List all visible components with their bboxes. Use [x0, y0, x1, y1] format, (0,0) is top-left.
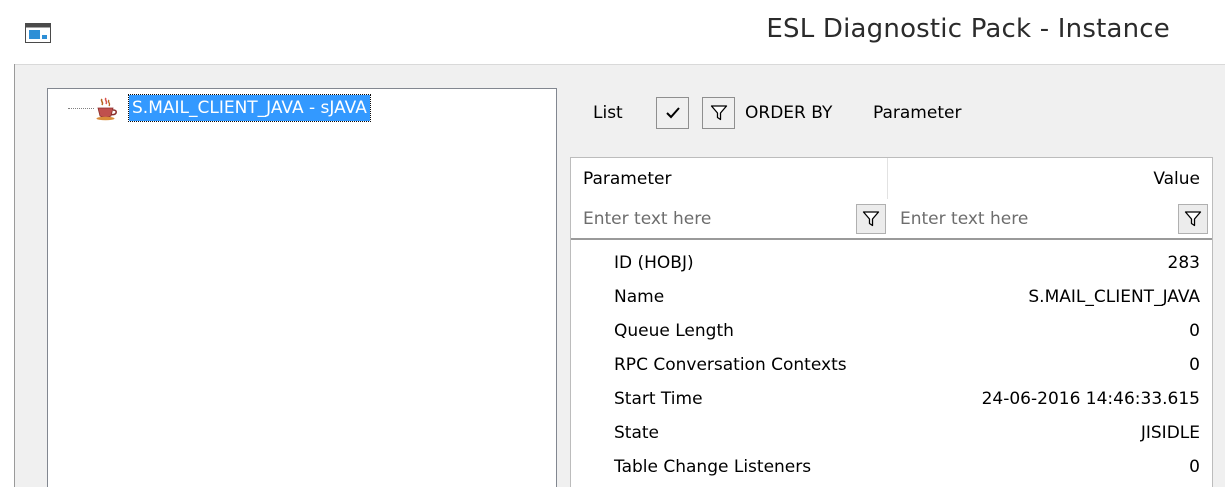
column-header-value[interactable]: Value: [1153, 166, 1200, 192]
value-cell: 0: [1189, 321, 1200, 341]
funnel-filter-icon: [1184, 211, 1202, 227]
grid-header: Parameter Value: [571, 158, 1212, 199]
parameter-cell: RPC Conversation Contexts: [614, 355, 847, 375]
column-divider[interactable]: [887, 158, 888, 199]
list-label: List: [593, 103, 623, 123]
filter-row: [571, 199, 1212, 240]
parameter-grid[interactable]: Parameter Value ID (HOBJ) 283 Name S.MAI…: [570, 157, 1213, 487]
value-cell: JISIDLE: [1140, 423, 1200, 443]
table-row[interactable]: Queue Length 0: [571, 314, 1212, 348]
value-filter-input[interactable]: [900, 204, 1170, 234]
parameter-cell: State: [614, 423, 659, 443]
parameter-cell: Table Change Listeners: [614, 457, 812, 477]
parameter-filter-input[interactable]: [583, 204, 853, 234]
check-button[interactable]: [656, 97, 689, 129]
order-by-label: ORDER BY: [745, 103, 833, 123]
checkmark-icon: [665, 107, 680, 119]
column-header-parameter[interactable]: Parameter: [583, 166, 671, 192]
parameter-cell: Queue Length: [614, 321, 734, 341]
table-row[interactable]: Table Change Listeners 0: [571, 450, 1212, 484]
application-window-icon[interactable]: [25, 23, 51, 43]
table-row[interactable]: ID (HOBJ) 283: [571, 246, 1212, 280]
parameter-cell: ID (HOBJ): [614, 253, 694, 273]
value-cell: 0: [1189, 457, 1200, 477]
funnel-filter-icon: [862, 211, 880, 227]
grid-rows: ID (HOBJ) 283 Name S.MAIL_CLIENT_JAVA Qu…: [571, 246, 1212, 484]
filter-toggle-button[interactable]: [702, 97, 735, 129]
value-cell: 24-06-2016 14:46:33.615: [981, 389, 1200, 409]
value-cell: S.MAIL_CLIENT_JAVA: [1028, 287, 1200, 307]
parameter-cell: Start Time: [614, 389, 703, 409]
tree-connector-line: [68, 108, 94, 109]
title-bar[interactable]: ESL Diagnostic Pack - Instance: [0, 0, 1225, 64]
funnel-filter-icon: [710, 105, 727, 121]
value-cell: 0: [1189, 355, 1200, 375]
table-row[interactable]: Name S.MAIL_CLIENT_JAVA: [571, 280, 1212, 314]
java-coffee-cup-icon: [96, 97, 117, 121]
table-row[interactable]: Start Time 24-06-2016 14:46:33.615: [571, 382, 1212, 416]
value-cell: 283: [1167, 253, 1200, 273]
tree-view[interactable]: S.MAIL_CLIENT_JAVA - sJAVA: [47, 88, 557, 487]
parameter-cell: Name: [614, 287, 665, 307]
tree-node-label[interactable]: S.MAIL_CLIENT_JAVA - sJAVA: [128, 94, 371, 122]
table-row[interactable]: RPC Conversation Contexts 0: [571, 348, 1212, 382]
table-row[interactable]: State JISIDLE: [571, 416, 1212, 450]
parameter-filter-button[interactable]: [856, 204, 886, 234]
order-by-value[interactable]: Parameter: [873, 100, 961, 126]
window-title: ESL Diagnostic Pack - Instance: [766, 14, 1170, 44]
value-filter-button[interactable]: [1178, 204, 1208, 234]
